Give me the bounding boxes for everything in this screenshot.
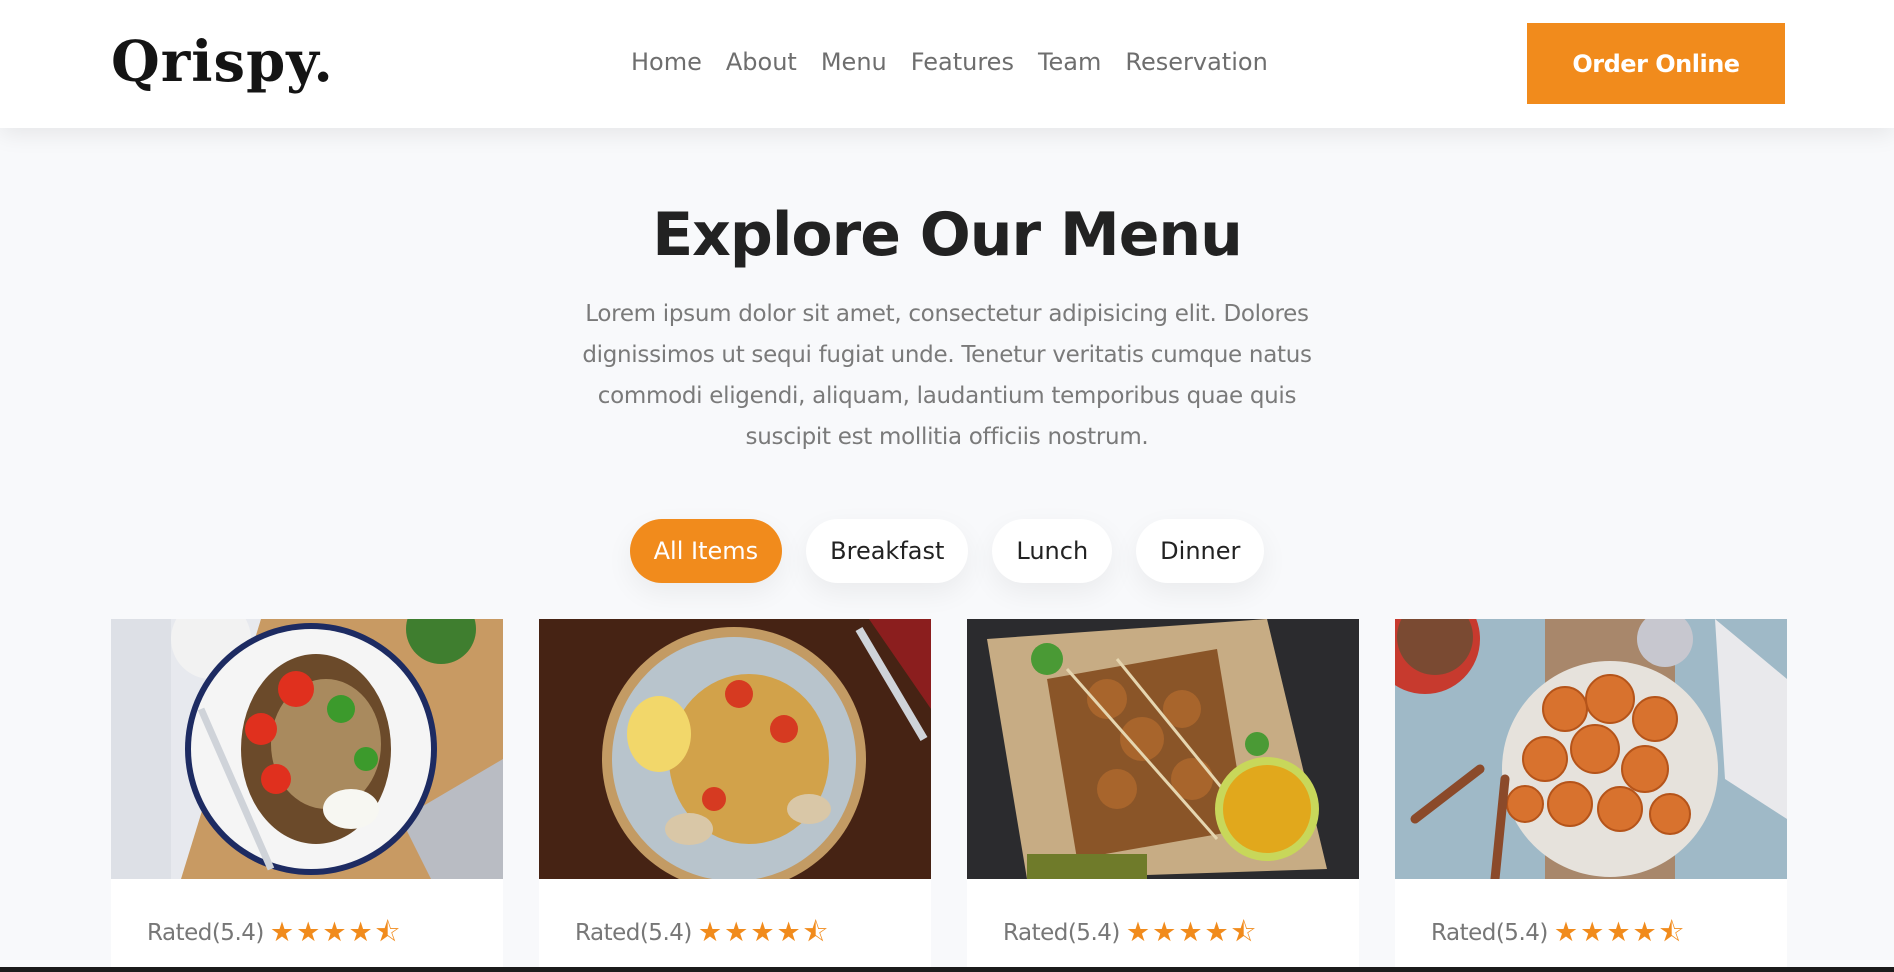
site-logo[interactable]: Qrispy. [111, 26, 334, 98]
food-image-icon [111, 619, 503, 879]
nav-team[interactable]: Team [1038, 44, 1101, 80]
star-icon: ★ [697, 917, 723, 947]
section-description: Lorem ipsum dolor sit amet, consectetur … [582, 301, 1312, 450]
star-half-icon: ⯪ [374, 917, 401, 947]
star-icon: ★ [322, 917, 347, 947]
order-online-button[interactable]: Order Online [1527, 23, 1785, 104]
seafood-pasta-photo[interactable] [539, 619, 931, 879]
star-icon: ★ [1125, 917, 1151, 947]
nav-menu[interactable]: Menu [821, 44, 887, 80]
section-title: Explore Our Menu [652, 200, 1243, 270]
chicken-skewers-photo[interactable] [967, 619, 1359, 879]
food-image-icon [1395, 619, 1787, 879]
star-rating: ★ ★ ★ ★ ⯪ [1126, 919, 1258, 946]
star-icon: ★ [269, 917, 295, 947]
menu-card[interactable]: Rated(5.4) ★ ★ ★ ★ ⯪ [967, 619, 1359, 972]
rating-text: Rated(5.4) [1003, 919, 1120, 946]
star-icon: ★ [1580, 917, 1605, 947]
menu-card[interactable]: Rated(5.4) ★ ★ ★ ★ ⯪ [1395, 619, 1787, 972]
nav-home[interactable]: Home [631, 44, 702, 80]
star-icon: ★ [776, 917, 801, 947]
menu-card-grid: Rated(5.4) ★ ★ ★ ★ ⯪ Rated(5.4) ★ ★ ★ ★ … [111, 619, 1787, 972]
rating-row: Rated(5.4) ★ ★ ★ ★ ⯪ [147, 919, 402, 946]
food-image-icon [539, 619, 931, 879]
menu-card[interactable]: Rated(5.4) ★ ★ ★ ★ ⯪ [539, 619, 931, 972]
star-half-icon: ⯪ [802, 917, 829, 947]
star-icon: ★ [1152, 917, 1177, 947]
nav-about[interactable]: About [726, 44, 797, 80]
rating-row: Rated(5.4) ★ ★ ★ ★ ⯪ [575, 919, 830, 946]
star-icon: ★ [1632, 917, 1657, 947]
star-icon: ★ [1204, 917, 1229, 947]
site-header: Qrispy. Home About Menu Features Team Re… [0, 0, 1894, 128]
star-rating: ★ ★ ★ ★ ⯪ [698, 919, 830, 946]
rating-text: Rated(5.4) [575, 919, 692, 946]
star-half-icon: ⯪ [1230, 917, 1257, 947]
nav-reservation[interactable]: Reservation [1125, 44, 1267, 80]
filter-all-items[interactable]: All Items [629, 519, 783, 583]
star-icon: ★ [724, 917, 749, 947]
sweet-potato-chips-photo[interactable] [1395, 619, 1787, 879]
rating-text: Rated(5.4) [1431, 919, 1548, 946]
filter-breakfast[interactable]: Breakfast [806, 519, 969, 583]
star-half-icon: ⯪ [1658, 917, 1685, 947]
star-icon: ★ [750, 917, 775, 947]
star-icon: ★ [1606, 917, 1631, 947]
star-icon: ★ [1178, 917, 1203, 947]
filter-lunch[interactable]: Lunch [992, 519, 1113, 583]
menu-card[interactable]: Rated(5.4) ★ ★ ★ ★ ⯪ [111, 619, 503, 972]
food-image-icon [967, 619, 1359, 879]
star-icon: ★ [348, 917, 373, 947]
menu-filter-bar: All Items Breakfast Lunch Dinner [0, 519, 1894, 583]
star-icon: ★ [1553, 917, 1579, 947]
rating-row: Rated(5.4) ★ ★ ★ ★ ⯪ [1431, 919, 1686, 946]
main-nav: Home About Menu Features Team Reservatio… [631, 44, 1292, 80]
rating-row: Rated(5.4) ★ ★ ★ ★ ⯪ [1003, 919, 1258, 946]
rating-text: Rated(5.4) [147, 919, 264, 946]
star-rating: ★ ★ ★ ★ ⯪ [270, 919, 402, 946]
roasted-eggplant-salad-photo[interactable] [111, 619, 503, 879]
filter-dinner[interactable]: Dinner [1136, 519, 1265, 583]
star-icon: ★ [296, 917, 321, 947]
star-rating: ★ ★ ★ ★ ⯪ [1554, 919, 1686, 946]
viewport-bottom-edge [0, 967, 1894, 972]
nav-features[interactable]: Features [911, 44, 1014, 80]
